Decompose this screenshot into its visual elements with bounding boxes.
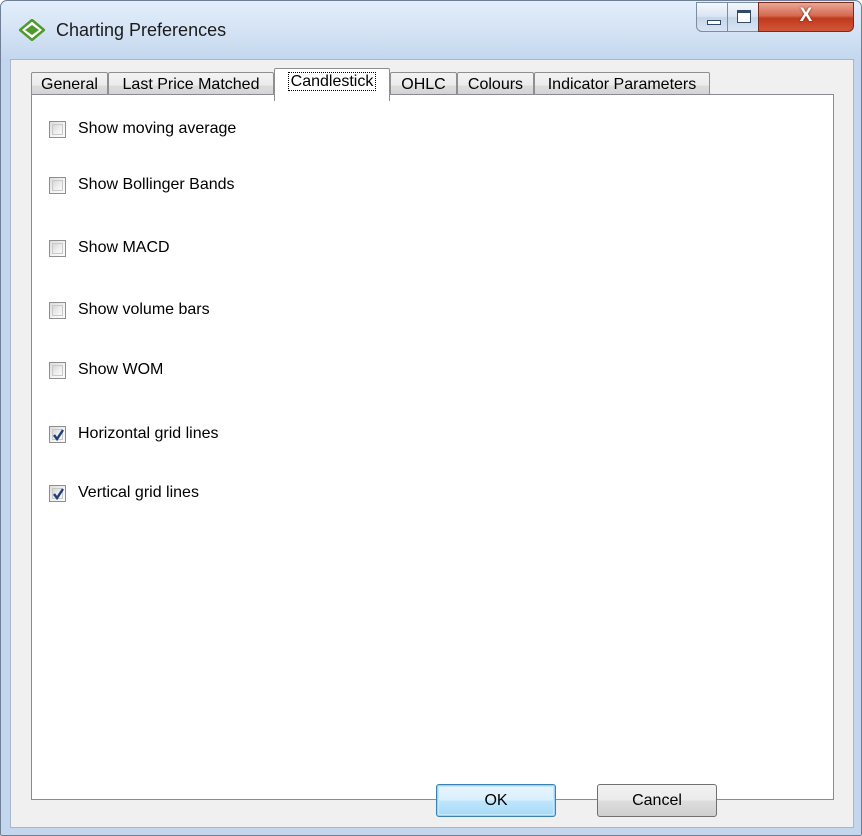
- tab-last-price-matched-label: Last Price Matched: [122, 76, 260, 93]
- option-label: Horizontal grid lines: [78, 425, 219, 442]
- diamond-app-icon: [19, 19, 45, 41]
- maximize-button[interactable]: [727, 2, 759, 32]
- checkbox[interactable]: [49, 176, 66, 194]
- title-bar[interactable]: Charting Preferences X: [1, 1, 861, 59]
- checkmark-icon: [53, 428, 64, 441]
- option-label: Show MACD: [78, 239, 170, 256]
- option-vertical-grid-lines[interactable]: Vertical grid lines: [49, 481, 199, 505]
- charting-preferences-window: Charting Preferences X General Last Pric…: [0, 0, 862, 836]
- option-show-moving-average[interactable]: Show moving average: [49, 117, 236, 141]
- tab-ohlc-label: OHLC: [401, 76, 446, 93]
- option-show-bollinger-bands[interactable]: Show Bollinger Bands: [49, 173, 235, 197]
- minimize-icon: [707, 20, 721, 25]
- option-label: Vertical grid lines: [78, 484, 199, 501]
- close-icon: X: [799, 5, 813, 26]
- checkbox-checked[interactable]: [49, 425, 66, 443]
- close-button[interactable]: X: [758, 2, 854, 32]
- window-title: Charting Preferences: [56, 20, 227, 40]
- checkmark-icon: [53, 487, 64, 500]
- cancel-button[interactable]: Cancel: [597, 784, 717, 817]
- option-horizontal-grid-lines[interactable]: Horizontal grid lines: [49, 422, 219, 446]
- dialog-client-area: General Last Price Matched Candlestick O…: [10, 59, 854, 828]
- option-label: Show Bollinger Bands: [78, 176, 235, 193]
- option-label: Show volume bars: [78, 301, 210, 318]
- candlestick-tab-panel: Show moving average Show Bollinger Bands…: [31, 94, 834, 800]
- tab-general-label: General: [41, 76, 98, 93]
- ok-button[interactable]: OK: [436, 784, 556, 817]
- minimize-button[interactable]: [696, 2, 728, 32]
- checkbox[interactable]: [49, 239, 66, 257]
- tab-candlestick[interactable]: Candlestick: [274, 68, 390, 101]
- option-show-macd[interactable]: Show MACD: [49, 236, 170, 260]
- maximize-icon: [737, 10, 751, 23]
- option-show-wom[interactable]: Show WOM: [49, 358, 163, 382]
- checkbox-checked[interactable]: [49, 484, 66, 502]
- tab-candlestick-label: Candlestick: [287, 72, 377, 91]
- checkbox[interactable]: [49, 120, 66, 138]
- tab-colours-label: Colours: [467, 76, 524, 93]
- checkbox[interactable]: [49, 301, 66, 319]
- option-label: Show WOM: [78, 361, 164, 378]
- option-show-volume-bars[interactable]: Show volume bars: [49, 298, 210, 322]
- checkbox[interactable]: [49, 361, 66, 379]
- tab-indicator-parameters-label: Indicator Parameters: [547, 76, 697, 93]
- option-label: Show moving average: [78, 120, 237, 137]
